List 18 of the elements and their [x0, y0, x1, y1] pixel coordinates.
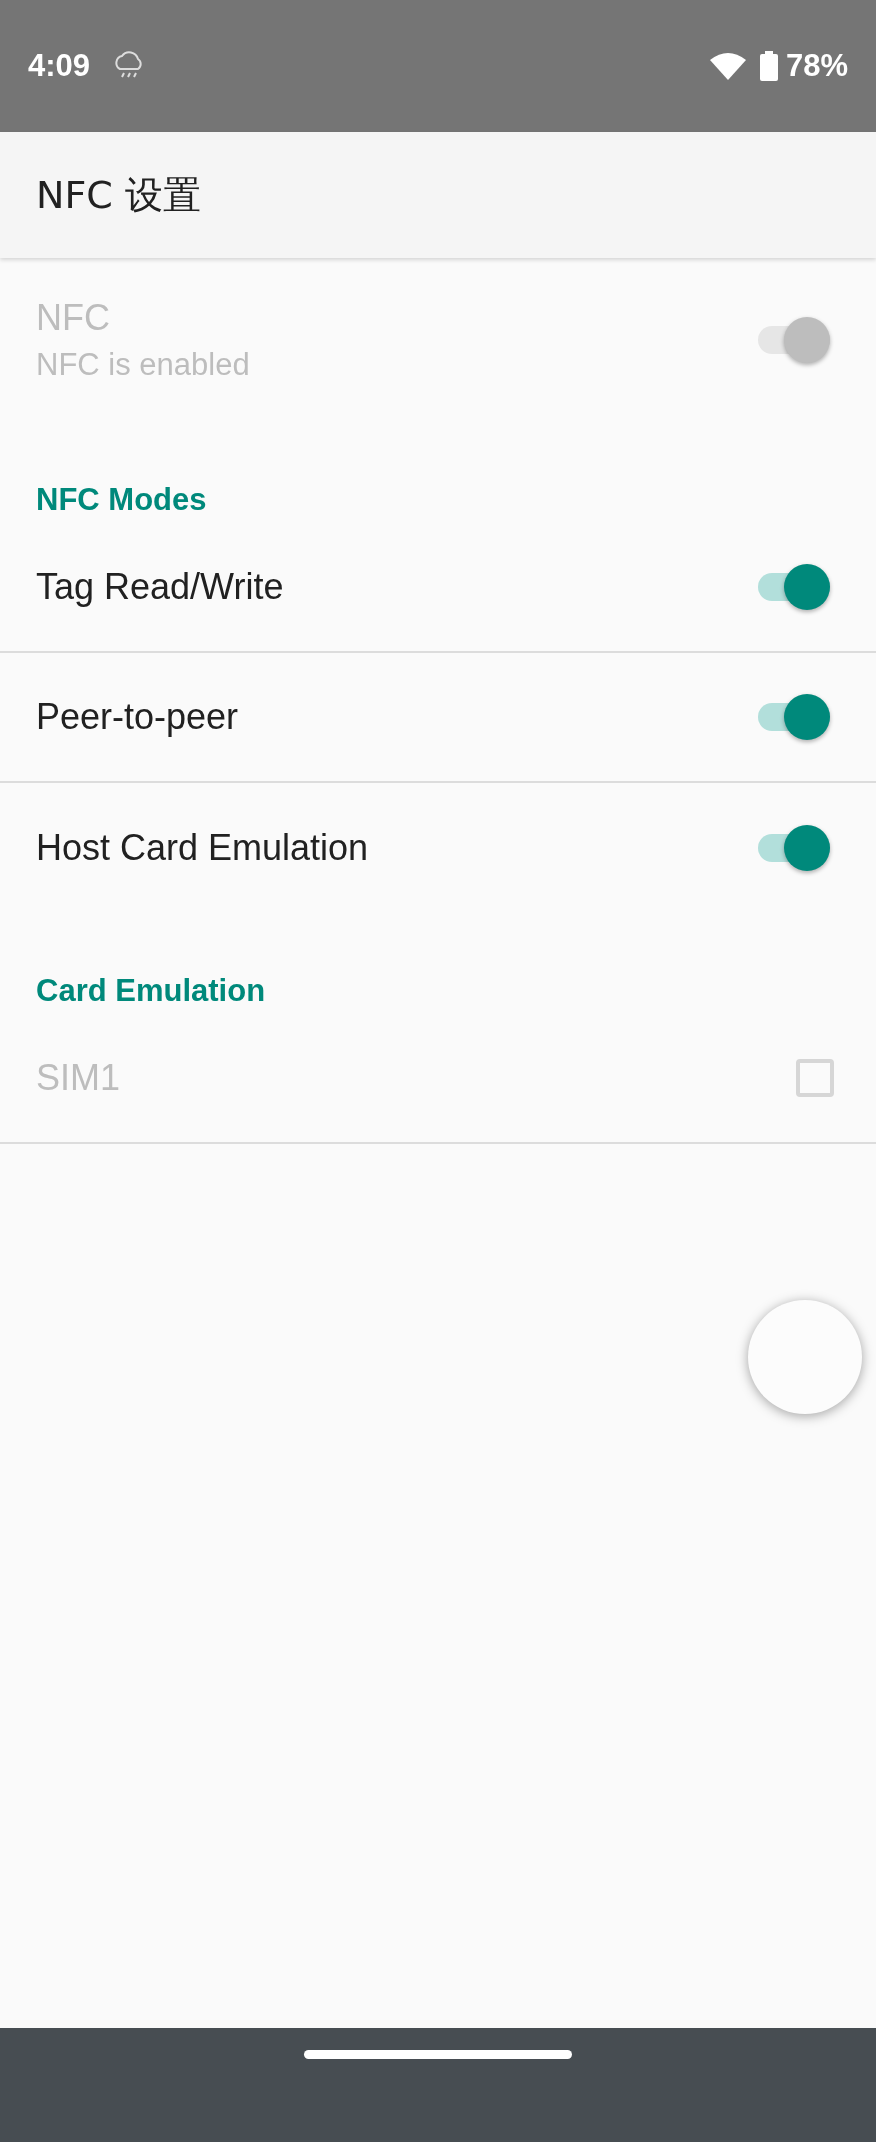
battery-percent: 78% [785, 48, 848, 84]
section-header: Card Emulation [36, 973, 266, 1008]
setting-title: SIM1 [36, 1057, 121, 1099]
screen-title: NFC 设置 [36, 171, 201, 219]
toggle-switch[interactable] [758, 564, 830, 610]
toggle-switch[interactable] [758, 825, 830, 871]
clock-time: 4:09 [28, 48, 91, 84]
setting-title: Tag Read/Write [36, 566, 284, 608]
section-header: NFC Modes [36, 482, 207, 517]
setting-summary: NFC is enabled [36, 347, 250, 383]
setting-title: Peer-to-peer [36, 696, 239, 738]
home-handle[interactable] [304, 2050, 572, 2059]
wifi-icon [709, 52, 746, 80]
floating-assistive-button[interactable] [748, 1300, 862, 1414]
battery-icon [759, 51, 778, 81]
setting-title: Host Card Emulation [36, 827, 369, 869]
setting-title: NFC [36, 297, 110, 339]
toggle-switch[interactable] [758, 694, 830, 740]
